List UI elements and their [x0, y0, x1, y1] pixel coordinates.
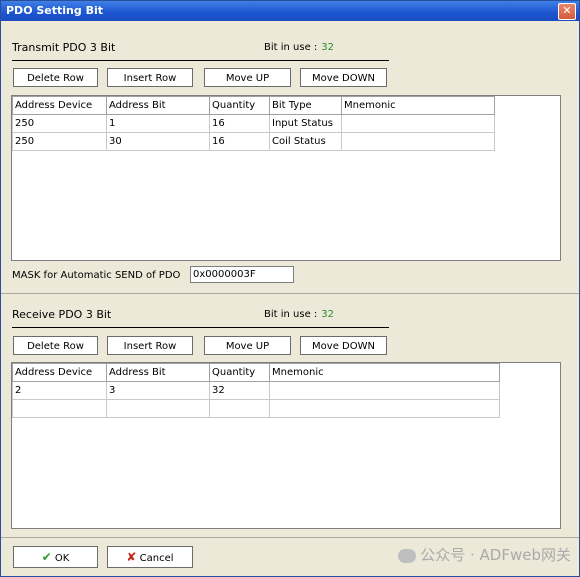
cell-quantity[interactable]: 16	[209, 114, 270, 133]
cell-quantity[interactable]: 16	[209, 132, 270, 151]
table-row[interactable]: 2 3 32	[12, 381, 500, 400]
cell-bit-type[interactable]: Input Status	[269, 114, 342, 133]
ok-button[interactable]: ✔ OK	[13, 546, 98, 568]
cell-address-device[interactable]: 2	[12, 381, 107, 400]
cell-address-device[interactable]: 250	[12, 114, 107, 133]
transmit-bit-in-use-value: 32	[321, 42, 335, 53]
table-row[interactable]	[12, 399, 500, 418]
close-button[interactable]: ✕	[558, 3, 576, 20]
transmit-header-address-bit[interactable]: Address Bit	[106, 96, 210, 115]
transmit-header-address-device[interactable]: Address Device	[12, 96, 107, 115]
pdo-setting-window: PDO Setting Bit ✕ Transmit PDO 3 Bit Bit…	[0, 0, 580, 577]
cell-address-bit[interactable]	[106, 399, 210, 418]
cell-mnemonic[interactable]	[269, 399, 500, 418]
receive-bit-in-use-value: 32	[321, 309, 335, 320]
cancel-x-icon: ✘	[126, 550, 137, 564]
mask-input[interactable]: 0x0000003F	[190, 266, 294, 283]
receive-separator	[12, 327, 389, 328]
receive-header-address-device[interactable]: Address Device	[12, 363, 107, 382]
cell-quantity[interactable]	[209, 399, 270, 418]
cell-mnemonic[interactable]	[269, 381, 500, 400]
transmit-header-bit-type[interactable]: Bit Type	[269, 96, 342, 115]
transmit-move-up-button[interactable]: Move UP	[204, 68, 291, 87]
receive-header-address-bit[interactable]: Address Bit	[106, 363, 210, 382]
transmit-grid[interactable]: Address Device Address Bit Quantity Bit …	[11, 95, 561, 261]
receive-bit-in-use: Bit in use :32	[264, 309, 334, 320]
receive-header-quantity[interactable]: Quantity	[209, 363, 270, 382]
cell-address-bit[interactable]: 3	[106, 381, 210, 400]
receive-delete-row-button[interactable]: Delete Row	[13, 336, 98, 355]
cell-quantity[interactable]: 32	[209, 381, 270, 400]
cell-mnemonic[interactable]	[341, 114, 495, 133]
checkmark-icon: ✔	[41, 550, 52, 564]
ok-label: OK	[54, 553, 70, 564]
title-bar[interactable]: PDO Setting Bit ✕	[1, 1, 579, 21]
transmit-section-title: Transmit PDO 3 Bit	[12, 41, 116, 54]
wechat-icon	[398, 548, 417, 563]
cancel-label: Cancel	[139, 553, 174, 564]
transmit-move-down-button[interactable]: Move DOWN	[300, 68, 387, 87]
table-row[interactable]: 250 30 16 Coil Status	[12, 132, 495, 151]
transmit-insert-row-button[interactable]: Insert Row	[107, 68, 193, 87]
receive-insert-row-button[interactable]: Insert Row	[107, 336, 193, 355]
transmit-header-quantity[interactable]: Quantity	[209, 96, 270, 115]
mask-label: MASK for Automatic SEND of PDO	[12, 270, 181, 281]
watermark-text: 公众号 · ADFweb网关	[420, 546, 571, 564]
footer-divider	[1, 537, 579, 538]
receive-bit-in-use-label: Bit in use :	[264, 309, 318, 320]
cell-address-device[interactable]: 250	[12, 132, 107, 151]
transmit-table: Address Device Address Bit Quantity Bit …	[12, 96, 495, 151]
receive-header-row: Address Device Address Bit Quantity Mnem…	[12, 363, 500, 382]
transmit-delete-row-button[interactable]: Delete Row	[13, 68, 98, 87]
cell-bit-type[interactable]: Coil Status	[269, 132, 342, 151]
section-divider	[1, 293, 579, 294]
transmit-header-row: Address Device Address Bit Quantity Bit …	[12, 96, 495, 115]
watermark: 公众号 · ADFweb网关	[398, 544, 571, 565]
receive-section-title: Receive PDO 3 Bit	[12, 308, 112, 321]
window-title: PDO Setting Bit	[6, 4, 103, 17]
cell-address-bit[interactable]: 30	[106, 132, 210, 151]
receive-grid[interactable]: Address Device Address Bit Quantity Mnem…	[11, 362, 561, 529]
cell-mnemonic[interactable]	[341, 132, 495, 151]
transmit-header-mnemonic[interactable]: Mnemonic	[341, 96, 495, 115]
cell-address-device[interactable]	[12, 399, 107, 418]
receive-move-down-button[interactable]: Move DOWN	[300, 336, 387, 355]
transmit-bit-in-use-label: Bit in use :	[264, 42, 318, 53]
table-row[interactable]: 250 1 16 Input Status	[12, 114, 495, 133]
receive-move-up-button[interactable]: Move UP	[204, 336, 291, 355]
transmit-bit-in-use: Bit in use :32	[264, 42, 334, 53]
transmit-separator	[12, 60, 389, 61]
receive-header-mnemonic[interactable]: Mnemonic	[269, 363, 500, 382]
cell-address-bit[interactable]: 1	[106, 114, 210, 133]
cancel-button[interactable]: ✘ Cancel	[107, 546, 193, 568]
receive-table: Address Device Address Bit Quantity Mnem…	[12, 363, 500, 418]
